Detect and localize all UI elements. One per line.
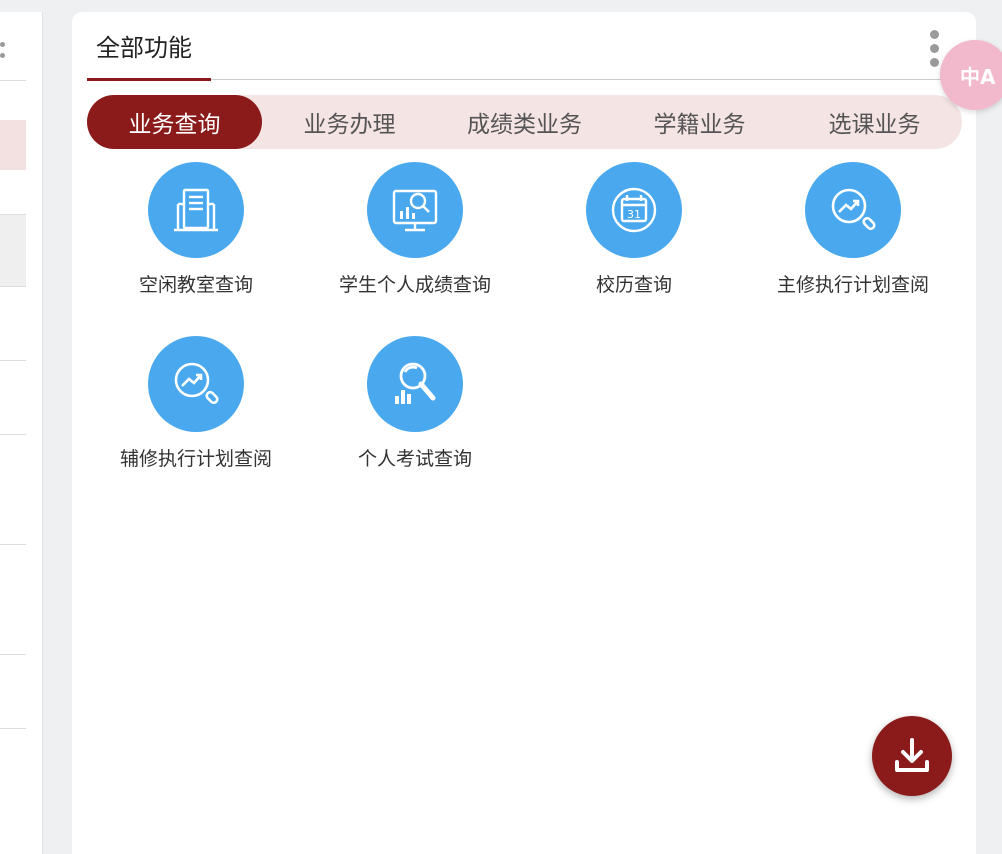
panel-highlight bbox=[0, 120, 26, 170]
trend-search-icon bbox=[148, 336, 244, 432]
tab-score-business[interactable]: 成绩类业务 bbox=[437, 95, 612, 149]
panel-header-cell bbox=[0, 214, 26, 287]
function-major-plan[interactable]: 主修执行计划查阅 bbox=[743, 162, 963, 297]
function-label: 学生个人成绩查询 bbox=[338, 274, 491, 296]
function-school-calendar[interactable]: 31 校历查询 bbox=[524, 162, 744, 297]
function-label: 辅修执行计划查阅 bbox=[119, 448, 272, 470]
more-icon[interactable] bbox=[930, 30, 940, 72]
panel-cell bbox=[0, 728, 26, 803]
title-underline bbox=[87, 78, 211, 81]
function-student-score[interactable]: 学生个人成绩查询 bbox=[305, 162, 525, 297]
more-icon bbox=[0, 42, 6, 64]
function-personal-exam[interactable]: 个人考试查询 bbox=[305, 336, 525, 471]
panel-cell bbox=[0, 286, 26, 361]
function-label: 空闲教室查询 bbox=[138, 274, 253, 296]
divider bbox=[0, 80, 26, 81]
magnifier-chart-icon bbox=[367, 336, 463, 432]
translate-icon: 中A bbox=[960, 64, 996, 89]
function-label: 个人考试查询 bbox=[357, 448, 472, 470]
panel-cell bbox=[0, 360, 26, 435]
function-minor-plan[interactable]: 辅修执行计划查阅 bbox=[86, 336, 306, 471]
download-icon bbox=[895, 738, 929, 772]
score-monitor-icon bbox=[367, 162, 463, 258]
calendar-day: 31 bbox=[627, 208, 641, 221]
function-label: 主修执行计划查阅 bbox=[776, 274, 929, 296]
card-title: 全部功能 bbox=[96, 34, 192, 62]
tab-business-query[interactable]: 业务查询 bbox=[87, 95, 262, 149]
trend-search-icon bbox=[805, 162, 901, 258]
calendar-icon: 31 bbox=[586, 162, 682, 258]
tab-business-handling[interactable]: 业务办理 bbox=[262, 95, 437, 149]
panel-cell bbox=[0, 654, 26, 729]
title-divider bbox=[87, 79, 976, 80]
tab-course-selection[interactable]: 选课业务 bbox=[787, 95, 962, 149]
tab-bar: 业务查询 业务办理 成绩类业务 学籍业务 选课业务 bbox=[87, 95, 962, 149]
all-functions-card: 全部功能 业务查询 业务办理 成绩类业务 学籍业务 选课业务 空闲教室查询 学生… bbox=[72, 12, 976, 854]
tab-status-business[interactable]: 学籍业务 bbox=[612, 95, 787, 149]
function-free-classroom[interactable]: 空闲教室查询 bbox=[86, 162, 306, 297]
panel-cell bbox=[0, 544, 26, 655]
download-button[interactable] bbox=[872, 716, 952, 796]
building-icon bbox=[148, 162, 244, 258]
translate-button[interactable]: 中A bbox=[940, 40, 1002, 110]
function-label: 校历查询 bbox=[595, 274, 672, 296]
background-panel bbox=[0, 12, 43, 854]
panel-cell bbox=[0, 434, 26, 545]
